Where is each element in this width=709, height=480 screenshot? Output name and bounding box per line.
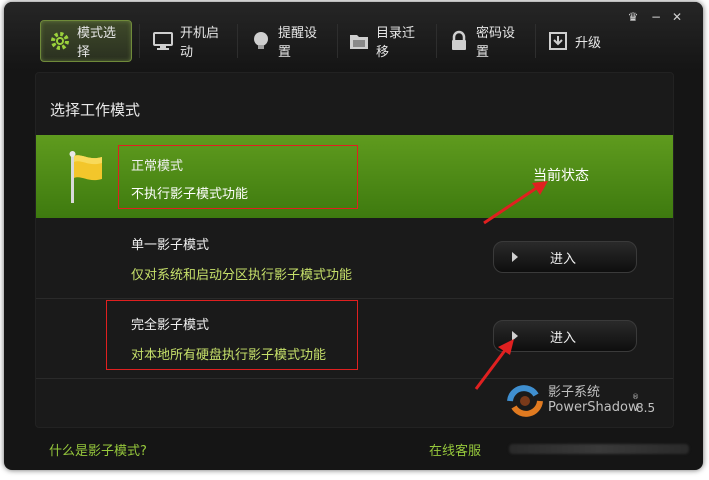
mode-desc-normal: 不执行影子模式功能 [131,187,249,202]
close-button[interactable]: ✕ [670,10,684,24]
what-is-shadow-mode-link[interactable]: 什么是影子模式? [49,440,147,459]
mode-name-single: 单一影子模式 [131,238,210,253]
app-window: 模式选择 开机启动 提醒设置 目录迁移 密码设置 升级 ♛ − ✕ 选择工作模式… [4,2,703,470]
brand-logo: 影子系统 PowerShadow ® 8.5 [506,381,666,421]
lock-icon [448,30,470,52]
tab-startup[interactable]: 开机启动 [144,20,236,62]
mode-name-full: 完全影子模式 [131,318,210,333]
monitor-icon [152,30,174,52]
tab-separator [535,24,536,58]
tab-separator [237,24,238,58]
brand-name: 影子系统 [548,385,601,400]
tab-label: 密码设置 [476,26,516,60]
tab-label: 提醒设置 [278,26,318,60]
blurred-region [509,444,689,454]
tab-separator [337,24,338,58]
tab-upgrade[interactable]: 升级 [539,20,611,62]
tab-reminder[interactable]: 提醒设置 [242,20,336,62]
minimize-button[interactable]: − [649,10,663,24]
mode-row-single-shadow: 单一影子模式 仅对系统和启动分区执行影子模式功能 进入 [36,218,673,299]
tab-label: 升级 [575,35,602,51]
tab-label: 开机启动 [180,26,220,60]
bulb-icon [250,30,272,52]
panel-title: 选择工作模式 [50,101,141,119]
enter-button-label: 进入 [550,252,577,267]
registered-mark: ® [632,393,639,401]
online-service-link[interactable]: 在线客服 [429,440,481,459]
tab-dir-migrate[interactable]: 目录迁移 [340,20,432,62]
flag-icon [68,151,108,209]
enter-button-label: 进入 [550,331,577,346]
brand-version: 8.5 [636,401,656,415]
annotation-arrow-status [483,181,548,225]
top-toolbar: 模式选择 开机启动 提醒设置 目录迁移 密码设置 升级 ♛ − ✕ [4,2,703,70]
download-icon [547,30,569,52]
mode-row-full-shadow: 完全影子模式 对本地所有硬盘执行影子模式功能 进入 [36,298,673,379]
folder-icon [348,30,370,52]
tab-separator [436,24,437,58]
enter-single-shadow-button[interactable]: 进入 [493,241,637,273]
powershadow-logo-icon [506,383,544,423]
skin-icon[interactable]: ♛ [626,10,640,24]
tab-separator [139,24,140,58]
play-icon [512,252,518,262]
mode-desc-single: 仅对系统和启动分区执行影子模式功能 [131,268,353,283]
tab-label: 模式选择 [77,26,117,60]
brand-name-en: PowerShadow [548,400,639,415]
mode-panel: 选择工作模式 正常模式 不执行影子模式功能 当前状态 单一影子模式 仅对系统和启… [35,72,674,428]
tab-label: 目录迁移 [376,26,416,60]
mode-row-normal[interactable]: 正常模式 不执行影子模式功能 当前状态 [36,135,673,218]
tab-password[interactable]: 密码设置 [440,20,534,62]
tab-mode-select[interactable]: 模式选择 [40,20,132,62]
gear-icon [49,30,71,52]
mode-name-normal: 正常模式 [131,159,184,174]
mode-desc-full: 对本地所有硬盘执行影子模式功能 [131,348,327,363]
